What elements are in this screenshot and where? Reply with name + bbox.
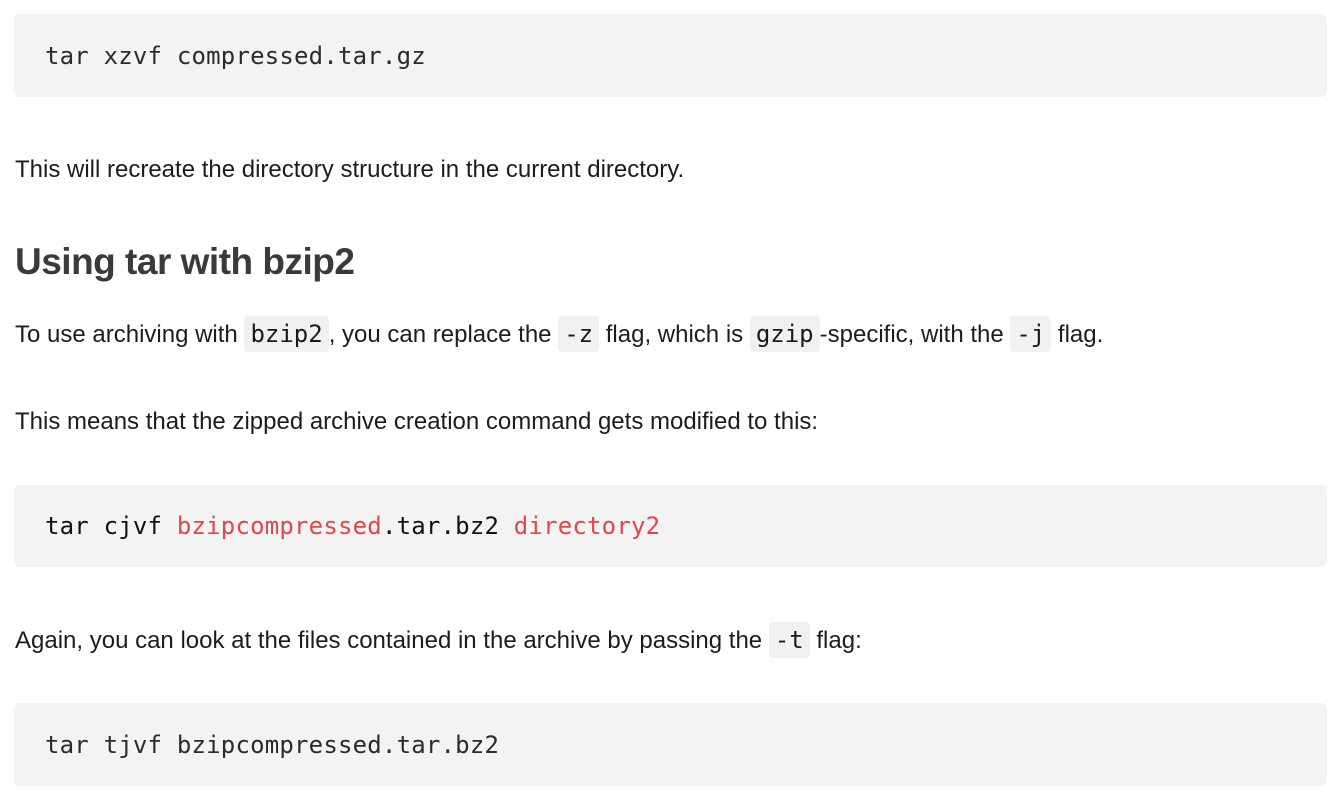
paragraph-directory-structure: This will recreate the directory structu… bbox=[15, 156, 685, 183]
text: Again, you can look at the files contain… bbox=[15, 627, 769, 654]
text: flag: bbox=[809, 627, 862, 654]
code-block-extract: tar xzvf compressed.tar.gz bbox=[14, 14, 1327, 97]
inline-code-j-flag: -j bbox=[1010, 316, 1052, 352]
inline-code-bzip2: bzip2 bbox=[244, 316, 329, 352]
code-command: tar cjvf bbox=[45, 512, 177, 540]
code-directory: directory2 bbox=[513, 512, 661, 540]
code-extension: .tar.bz2 bbox=[381, 512, 514, 540]
code-text: tar tjvf bzipcompressed.tar.bz2 bbox=[45, 730, 500, 759]
inline-code-z-flag: -z bbox=[558, 316, 600, 352]
text: flag, which is bbox=[599, 321, 750, 348]
code-archive-name: bzipcompressed bbox=[176, 512, 382, 540]
paragraph-bzip2-flag: To use archiving with bzip2, you can rep… bbox=[15, 316, 1104, 352]
inline-code-gzip: gzip bbox=[749, 316, 820, 352]
paragraph-list-files: Again, you can look at the files contain… bbox=[15, 622, 862, 658]
inline-code-t-flag: -t bbox=[768, 622, 810, 658]
code-text: tar xzvf compressed.tar.gz bbox=[45, 41, 426, 70]
code-block-list: tar tjvf bzipcompressed.tar.bz2 bbox=[14, 703, 1327, 786]
code-block-create: tar cjvf bzipcompressed .tar.bz2 director… bbox=[14, 485, 1327, 567]
text: , you can replace the bbox=[328, 321, 559, 348]
text: flag. bbox=[1051, 321, 1104, 348]
paragraph-modified-command: This means that the zipped archive creat… bbox=[15, 408, 819, 435]
article-page: tar xzvf compressed.tar.gz This will rec… bbox=[0, 0, 1341, 811]
text: -specific, with the bbox=[819, 321, 1011, 348]
section-heading: Using tar with bzip2 bbox=[15, 241, 355, 282]
text: To use archiving with bbox=[15, 321, 245, 348]
